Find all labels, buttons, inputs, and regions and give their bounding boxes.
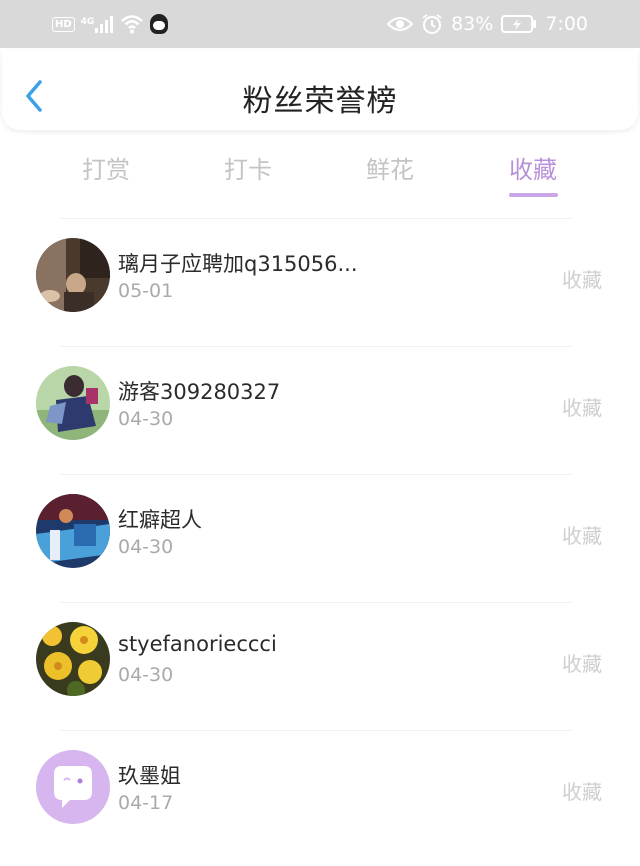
fan-name: 玖墨姐	[118, 764, 181, 788]
list-item[interactable]: 璃月子应聘加q315056... 05-01 收藏	[0, 218, 640, 346]
fan-date: 04-30	[118, 408, 174, 430]
fan-date: 05-01	[118, 280, 174, 302]
signal-icon: 4G	[81, 15, 115, 33]
battery-icon	[501, 15, 537, 33]
favorite-label: 收藏	[562, 396, 602, 420]
eye-icon	[387, 17, 414, 31]
divider	[60, 218, 572, 219]
divider	[60, 474, 572, 475]
fan-date: 04-17	[118, 792, 174, 814]
alarm-icon	[422, 14, 442, 34]
avatar[interactable]	[36, 622, 110, 696]
qq-icon	[150, 14, 169, 34]
list-item[interactable]: 红癖超人 04-30 收藏	[0, 474, 640, 602]
favorite-label: 收藏	[562, 524, 602, 548]
status-bar: HD 4G 83% 7:00	[0, 0, 640, 48]
avatar[interactable]	[36, 238, 110, 312]
battery-percent: 83%	[451, 13, 494, 35]
favorite-label: 收藏	[562, 780, 602, 804]
fan-name: 红癖超人	[118, 508, 202, 532]
list-item[interactable]: styefanorieccci 04-30 收藏	[0, 602, 640, 730]
list-item[interactable]: 玖墨姐 04-17 收藏	[0, 730, 640, 858]
status-right: 83% 7:00	[387, 12, 588, 36]
divider	[60, 730, 572, 731]
fan-date: 04-30	[118, 536, 174, 558]
wifi-icon	[121, 15, 144, 34]
divider	[60, 602, 572, 603]
fan-name: styefanorieccci	[118, 632, 277, 656]
clock: 7:00	[545, 13, 588, 35]
tab-favorites[interactable]: 收藏	[478, 150, 588, 185]
avatar[interactable]	[36, 494, 110, 568]
page-title: 粉丝荣誉榜	[242, 84, 398, 119]
divider	[60, 346, 572, 347]
list-item[interactable]: 游客309280327 04-30 收藏	[0, 346, 640, 474]
active-tab-indicator	[509, 193, 558, 197]
fan-name: 璃月子应聘加q315056...	[118, 252, 358, 276]
favorite-label: 收藏	[562, 652, 602, 676]
avatar[interactable]	[36, 366, 110, 440]
hd-icon: HD	[52, 16, 75, 32]
avatar[interactable]	[36, 750, 110, 824]
status-left: HD 4G	[52, 12, 169, 36]
favorite-label: 收藏	[562, 268, 602, 292]
fan-name: 游客309280327	[118, 380, 281, 404]
tab-checkin[interactable]: 打卡	[193, 150, 303, 185]
tab-flowers[interactable]: 鲜花	[335, 150, 445, 185]
tab-reward[interactable]: 打赏	[51, 150, 161, 185]
fan-date: 04-30	[118, 664, 174, 686]
